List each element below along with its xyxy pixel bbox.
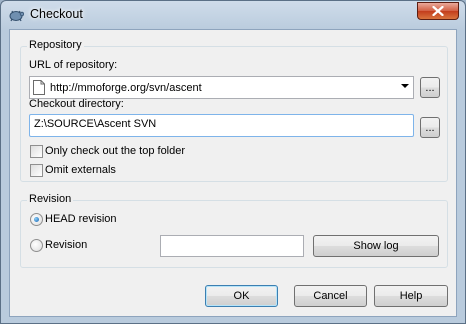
revision-group-title: Revision <box>27 193 74 205</box>
show-log-button[interactable]: Show log <box>313 235 439 257</box>
close-icon <box>432 6 444 16</box>
url-value: http://mmoforge.org/svn/ascent <box>50 81 202 94</box>
only-top-folder-checkbox[interactable] <box>30 145 43 158</box>
revision-label[interactable]: Revision <box>45 239 87 251</box>
window-title: Checkout <box>30 7 83 21</box>
checkout-dir-label: Checkout directory: <box>29 98 124 110</box>
dropdown-arrow-icon[interactable] <box>401 84 409 88</box>
file-icon <box>33 80 45 95</box>
dialog-body: Repository URL of repository: http://mmo… <box>9 29 457 317</box>
tortoise-app-icon <box>9 10 24 22</box>
help-button[interactable]: Help <box>374 285 448 307</box>
repository-group-title: Repository <box>27 39 84 51</box>
checkout-dir-input[interactable]: Z:\SOURCE\Ascent SVN <box>29 114 414 137</box>
head-revision-label[interactable]: HEAD revision <box>45 213 117 225</box>
revision-group: Revision <box>20 193 448 268</box>
revision-radio[interactable] <box>30 239 43 252</box>
only-top-folder-label[interactable]: Only check out the top folder <box>45 145 185 157</box>
omit-externals-label[interactable]: Omit externals <box>45 164 116 176</box>
url-combobox[interactable]: http://mmoforge.org/svn/ascent <box>29 76 414 99</box>
checkout-dialog: Checkout Repository URL of repository: h… <box>0 0 466 324</box>
close-button[interactable] <box>417 2 459 20</box>
url-label: URL of repository: <box>29 59 118 71</box>
cancel-button[interactable]: Cancel <box>294 285 367 307</box>
revision-input[interactable] <box>160 235 304 257</box>
title-bar[interactable]: Checkout <box>1 1 465 29</box>
omit-externals-checkbox[interactable] <box>30 164 43 177</box>
radio-selected-dot <box>34 217 39 222</box>
dir-browse-button[interactable]: ... <box>420 117 440 138</box>
head-revision-radio[interactable] <box>30 213 43 226</box>
url-browse-button[interactable]: ... <box>420 77 440 98</box>
ok-button[interactable]: OK <box>205 285 278 307</box>
